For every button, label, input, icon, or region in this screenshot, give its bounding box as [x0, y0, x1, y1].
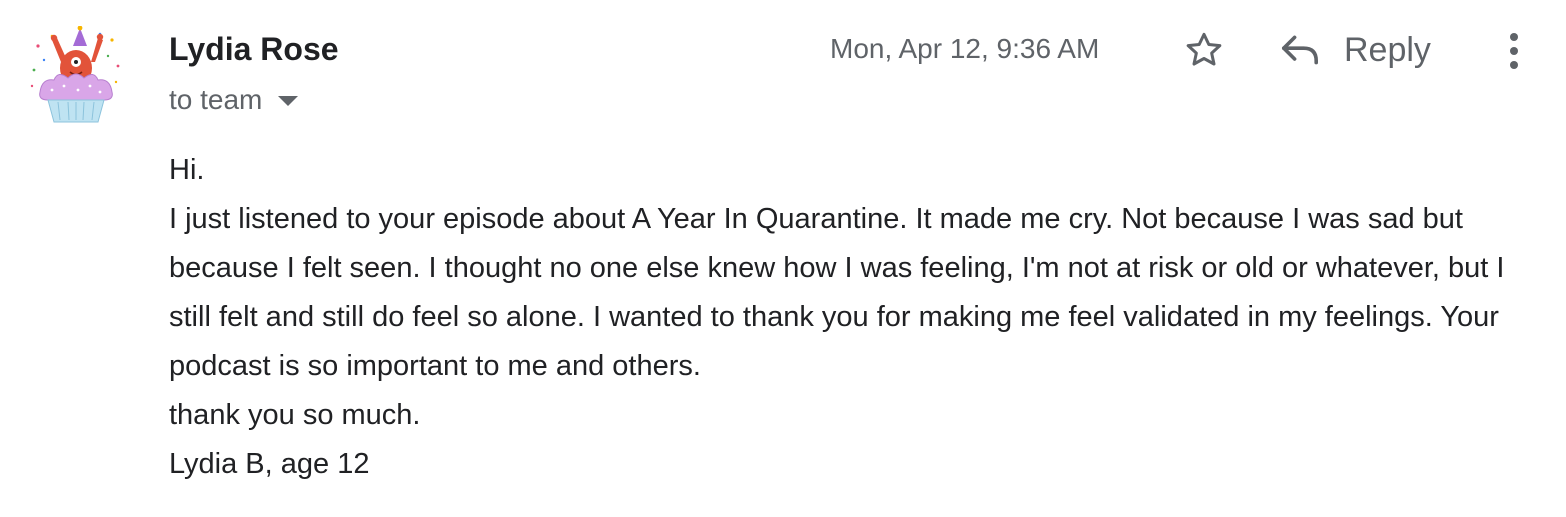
- cupcake-monster-avatar-icon: [30, 25, 120, 123]
- recipient-label: to team: [169, 84, 263, 115]
- star-outline-icon: [1186, 32, 1222, 66]
- message-timestamp: Mon, Apr 12, 9:36 AM: [830, 33, 1100, 64]
- message-paragraph: I just listened to your episode about A …: [169, 203, 1505, 382]
- recipient-details-toggle[interactable]: to team: [169, 82, 299, 118]
- reply-arrow-icon: [1282, 35, 1318, 65]
- message-body: Hi. I just listened to your episode abou…: [169, 146, 1539, 489]
- message-signature: Lydia B, age 12: [169, 448, 370, 480]
- star-button[interactable]: [1180, 26, 1228, 74]
- sender-name[interactable]: Lydia Rose: [169, 30, 339, 68]
- sender-avatar[interactable]: [28, 25, 124, 126]
- message-closing: thank you so much.: [169, 399, 421, 431]
- more-options-button[interactable]: [1494, 26, 1534, 76]
- reply-button[interactable]: Reply: [1278, 24, 1431, 76]
- caret-down-icon[interactable]: [278, 96, 299, 106]
- more-vert-icon: [1510, 33, 1518, 69]
- message-greeting: Hi.: [169, 154, 205, 186]
- reply-label: Reply: [1344, 31, 1431, 69]
